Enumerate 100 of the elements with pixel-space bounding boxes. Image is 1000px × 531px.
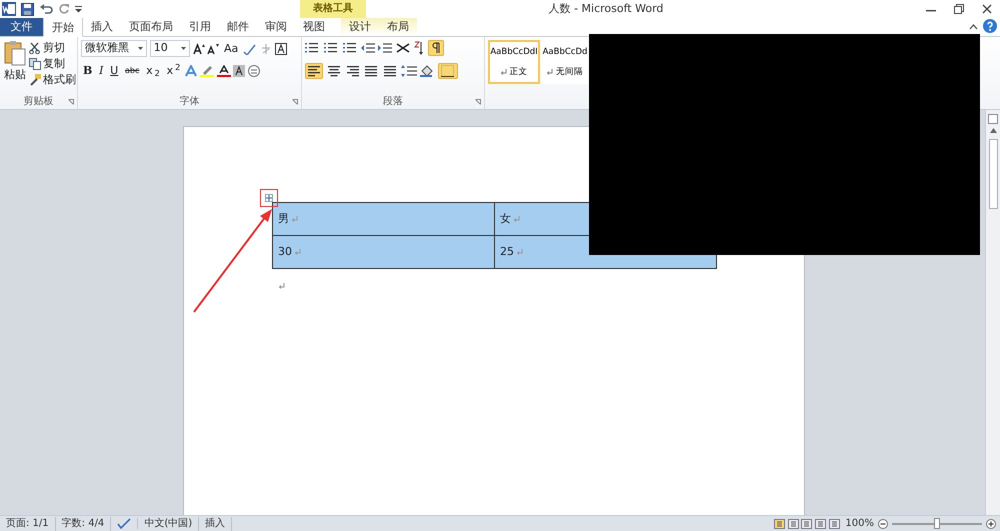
- app-logo-icon[interactable]: [2, 2, 16, 16]
- outline-icon[interactable]: [815, 518, 826, 528]
- paragraph-mark-icon: [516, 249, 523, 255]
- table-move-handle-icon[interactable]: [265, 194, 273, 202]
- draft-icon[interactable]: [828, 518, 840, 528]
- numbered-list-icon[interactable]: [324, 42, 340, 54]
- text-effects-icon[interactable]: [185, 65, 198, 77]
- collapse-ribbon-icon[interactable]: [968, 22, 978, 30]
- window-title: 人数 - Microsoft Word: [548, 1, 664, 17]
- format-button[interactable]: x$^{2}$: [164, 63, 182, 79]
- paragraph-mark-icon: [514, 216, 520, 222]
- character-shading-icon[interactable]: [233, 65, 246, 77]
- align-left-icon: [308, 65, 320, 77]
- style-gallery-item[interactable]: AaBbCcDdI 正文: [488, 40, 540, 84]
- alignment-button[interactable]: [344, 64, 360, 78]
- spelling-check-icon[interactable]: [117, 518, 132, 529]
- word-count[interactable]: 字数: 4/4: [56, 516, 112, 530]
- pilcrow-icon: [431, 42, 442, 54]
- customize-caret-icon[interactable]: [75, 5, 82, 13]
- border-grid-icon: [441, 65, 456, 77]
- bullet-list-icon[interactable]: [305, 42, 321, 54]
- redo-icon[interactable]: [58, 3, 70, 15]
- table-cell-text: 25: [500, 244, 514, 260]
- page-count[interactable]: 页面: 1/1: [0, 516, 56, 530]
- zoom-in-icon[interactable]: [986, 518, 996, 528]
- format-button[interactable]: x$_{2}$: [144, 63, 162, 79]
- sort-icon[interactable]: [414, 41, 426, 55]
- alignment-button[interactable]: [382, 64, 398, 78]
- format-button[interactable]: I: [97, 63, 106, 79]
- group-label: 段落: [382, 95, 404, 109]
- ribbon-tab[interactable]: 页面布局: [121, 17, 181, 36]
- insert-mode[interactable]: 插入: [199, 516, 232, 530]
- ribbon-tab[interactable]: 引用: [181, 17, 219, 36]
- dialog-launcher-icon[interactable]: [475, 99, 481, 105]
- ribbon-tab[interactable]: 布局: [379, 17, 417, 36]
- vertical-scrollbar[interactable]: [985, 110, 1000, 515]
- style-name: 正文: [509, 66, 528, 79]
- font-name-field[interactable]: 微软雅黑: [81, 40, 147, 57]
- decrease-indent-icon[interactable]: [361, 42, 376, 54]
- reading-view-icon[interactable]: [788, 518, 799, 528]
- borders-button[interactable]: [438, 63, 458, 79]
- web-layout-icon[interactable]: [801, 518, 812, 528]
- circled-character-icon[interactable]: [248, 65, 260, 77]
- format-button[interactable]: B: [81, 63, 94, 79]
- paragraph-mark-icon: [547, 69, 554, 76]
- clipboard-button[interactable]: 剪切: [27, 40, 78, 56]
- format-button[interactable]: abc: [122, 63, 142, 79]
- paste-button[interactable]: 粘贴: [3, 40, 27, 95]
- ruler-toggle-icon: [988, 114, 998, 124]
- multilevel-list-icon[interactable]: [342, 42, 358, 54]
- zoom-level[interactable]: 100%: [845, 516, 874, 531]
- scissors-icon: [29, 42, 41, 54]
- change-case-button[interactable]: Aa: [222, 40, 240, 56]
- font-size-field[interactable]: 10: [150, 40, 190, 57]
- increase-indent-icon[interactable]: [378, 42, 392, 54]
- paragraph-mark-icon: [294, 249, 301, 255]
- ribbon-tab[interactable]: 视图: [295, 17, 333, 36]
- zoom-slider-thumb[interactable]: [934, 518, 940, 528]
- shrink-font-icon[interactable]: [207, 42, 220, 54]
- group-label: 剪贴板: [22, 95, 54, 109]
- ribbon-tab[interactable]: 开始: [43, 17, 83, 37]
- language-indicator[interactable]: 中文(中国): [138, 516, 200, 530]
- caret-icon: [180, 47, 186, 50]
- character-border-icon[interactable]: [274, 42, 287, 54]
- font-color-icon[interactable]: [216, 65, 231, 77]
- clipboard-button[interactable]: 格式刷: [27, 72, 78, 88]
- shading-bucket-icon[interactable]: [420, 65, 436, 77]
- grow-font-icon[interactable]: [192, 42, 204, 54]
- restore-icon[interactable]: [954, 4, 964, 14]
- ribbon-tab[interactable]: 审阅: [257, 17, 295, 36]
- zoom-out-icon[interactable]: [878, 518, 888, 528]
- file-tab[interactable]: 文件: [0, 17, 43, 36]
- style-name: 无间隔: [556, 66, 583, 79]
- contextual-tab-group: 表格工具: [300, 0, 366, 18]
- print-layout-icon[interactable]: [774, 518, 785, 528]
- table-cell-text: 女: [500, 210, 511, 227]
- line-spacing-icon[interactable]: [400, 65, 417, 77]
- dialog-launcher-icon[interactable]: [68, 99, 74, 105]
- align-right-icon: [346, 65, 358, 77]
- alignment-button[interactable]: [326, 64, 342, 78]
- undo-icon[interactable]: [39, 3, 53, 15]
- scrollbar-thumb[interactable]: [988, 139, 998, 209]
- paragraph-mark-icon: [279, 283, 285, 289]
- format-button[interactable]: U: [108, 63, 120, 79]
- caret-icon: [138, 47, 143, 50]
- save-icon[interactable]: [21, 2, 34, 16]
- alignment-button[interactable]: [305, 63, 323, 79]
- help-icon[interactable]: [983, 19, 998, 34]
- ribbon-tab[interactable]: 插入: [83, 17, 121, 36]
- paragraph-mark-icon: [500, 69, 507, 76]
- ribbon-tab[interactable]: 设计: [341, 17, 379, 36]
- copy-icon: [29, 58, 41, 70]
- brush-icon: [29, 74, 41, 86]
- table-cell-text: 30: [278, 244, 292, 260]
- close-icon[interactable]: [982, 4, 992, 14]
- ribbon-tab[interactable]: 邮件: [219, 17, 257, 36]
- clipboard-button[interactable]: 复制: [27, 56, 78, 72]
- alignment-button[interactable]: [363, 64, 380, 78]
- show-marks-button[interactable]: [428, 40, 444, 56]
- dialog-launcher-icon[interactable]: [292, 99, 298, 105]
